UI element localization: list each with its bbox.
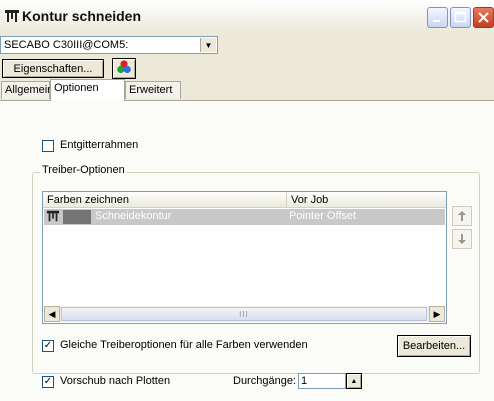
driver-options-label: Treiber-Optionen (40, 164, 127, 176)
arrow-up-icon (458, 211, 466, 221)
table-row[interactable]: Schneidekontur Pointer Offset (44, 209, 445, 225)
feed-after-checkbox[interactable]: ✓ (42, 376, 54, 388)
weed-frame-label: Entgitterrahmen (60, 139, 139, 151)
scroll-thumb[interactable]: III (61, 307, 427, 321)
color-palette-icon (116, 59, 132, 78)
plotter-icon (46, 209, 60, 226)
chevron-down-icon[interactable]: ▼ (200, 38, 216, 52)
move-down-button[interactable] (452, 229, 472, 249)
minimize-button[interactable] (427, 7, 448, 28)
arrow-down-icon (458, 234, 466, 244)
weed-frame-checkbox[interactable] (42, 140, 54, 152)
edit-button[interactable]: Bearbeiten... (397, 335, 471, 357)
scroll-right-button[interactable]: ▶ (429, 306, 445, 322)
maximize-button[interactable] (450, 7, 471, 28)
scroll-left-button[interactable]: ◀ (44, 306, 60, 322)
column-header-pre-job[interactable]: Vor Job (287, 192, 446, 208)
passes-input[interactable] (298, 373, 346, 389)
move-up-button[interactable] (452, 206, 472, 226)
color-swatch (63, 210, 91, 224)
color-list[interactable]: Farben zeichnen Vor Job Schneidekontur P… (42, 191, 447, 324)
device-select[interactable]: SECABO C30III@COM5: ▼ (0, 36, 218, 54)
close-button[interactable] (473, 7, 494, 28)
pre-job-value: Pointer Offset (289, 210, 357, 222)
plotter-icon (4, 8, 20, 24)
device-select-value: SECABO C30III@COM5: (4, 39, 129, 51)
feed-after-label: Vorschub nach Plotten (60, 375, 171, 387)
horizontal-scrollbar[interactable]: ◀ III ▶ (44, 306, 445, 322)
color-settings-button[interactable] (112, 58, 136, 79)
tab-erweitert[interactable]: Erweitert (125, 81, 181, 99)
tab-optionen[interactable]: Optionen (50, 79, 125, 101)
same-options-label: Gleiche Treiberoptionen für alle Farben … (60, 339, 308, 351)
properties-button[interactable]: Eigenschaften... (2, 59, 104, 78)
title-bar[interactable]: Kontur schneiden (0, 0, 494, 34)
column-header-colors[interactable]: Farben zeichnen (43, 192, 287, 208)
passes-label: Durchgänge: (233, 375, 296, 387)
same-options-checkbox[interactable]: ✓ (42, 340, 54, 352)
passes-spinner[interactable]: ▲ (346, 373, 362, 389)
color-name: Schneidekontur (95, 210, 172, 222)
window-title: Kontur schneiden (22, 8, 142, 24)
tab-allgemein[interactable]: Allgemein (1, 81, 53, 99)
